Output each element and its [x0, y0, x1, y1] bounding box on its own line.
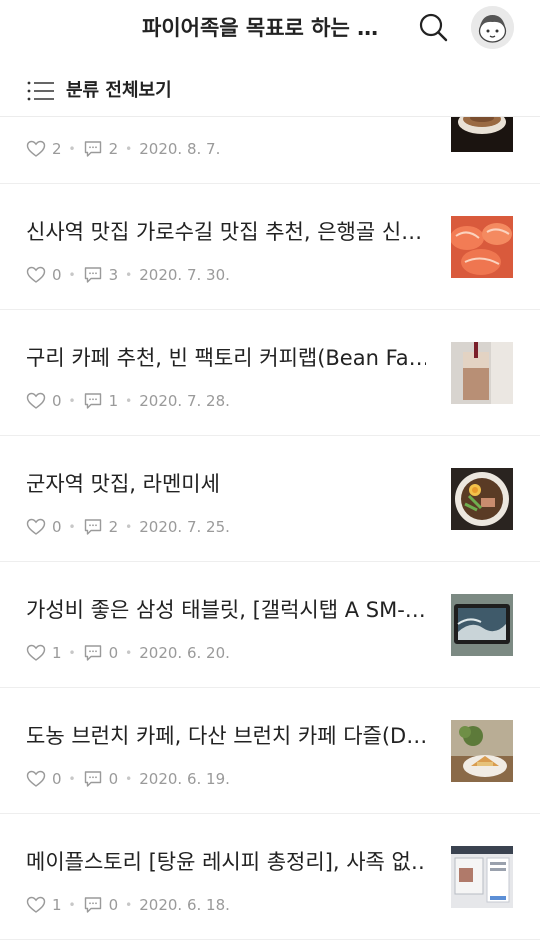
comment-count: 0: [108, 644, 119, 662]
comment-icon: [83, 643, 103, 663]
post-item[interactable]: 메이플스토리 [탕윤 레시피 총정리], 사족 없… 1 • 0 • 2020.…: [0, 814, 540, 940]
comment-count: 2: [108, 140, 119, 158]
comment-icon: [83, 517, 103, 537]
like-count: 0: [52, 518, 62, 536]
meta-separator: •: [68, 646, 76, 660]
heart-icon: [26, 139, 46, 159]
meta-separator: •: [68, 898, 76, 912]
post-meta: 0 • 0 • 2020. 6. 19.: [26, 769, 230, 789]
post-title[interactable]: 도농 브런치 카페, 다산 브런치 카페 다즐(D…: [26, 721, 426, 751]
post-item[interactable]: 군자역 맛집, 라멘미세 0 • 2 • 2020. 7. 25.: [0, 436, 540, 562]
meta-separator: •: [125, 646, 133, 660]
meta-separator: •: [68, 772, 76, 786]
category-menu-button[interactable]: 분류 전체보기: [0, 68, 540, 117]
post-item[interactable]: 가성비 좋은 삼성 태블릿, [갤럭시탭 A SM-… 1 • 0 • 2020…: [0, 562, 540, 688]
comment-icon: [83, 391, 103, 411]
post-item[interactable]: 신사역 맛집 가로수길 맛집 추천, 은행골 신… 0 • 3 • 2020. …: [0, 184, 540, 310]
like-count: 0: [52, 266, 62, 284]
comment-icon: [83, 769, 103, 789]
comment-count: 2: [108, 518, 119, 536]
comment-icon: [83, 139, 103, 159]
post-title[interactable]: 구리 카페 추천, 빈 팩토리 커피랩(Bean Fa…: [26, 343, 426, 373]
comment-count: 3: [108, 266, 119, 284]
meta-separator: •: [125, 142, 133, 156]
post-meta: 0 • 3 • 2020. 7. 30.: [26, 265, 230, 285]
comment-icon: [83, 265, 103, 285]
comment-count: 0: [108, 896, 119, 914]
meta-separator: •: [68, 394, 76, 408]
post-thumbnail: [451, 720, 513, 782]
blog-title[interactable]: 파이어족을 목표로 하는 …: [142, 14, 404, 42]
meta-separator: •: [125, 772, 133, 786]
post-thumbnail: [451, 594, 513, 656]
post-date: 2020. 6. 20.: [139, 644, 230, 662]
post-date: 2020. 8. 7.: [139, 140, 221, 158]
post-date: 2020. 7. 28.: [139, 392, 230, 410]
post-meta: 1 • 0 • 2020. 6. 20.: [26, 643, 230, 663]
comment-icon: [83, 895, 103, 915]
meta-separator: •: [125, 898, 133, 912]
post-meta: 0 • 1 • 2020. 7. 28.: [26, 391, 230, 411]
heart-icon: [26, 895, 46, 915]
post-item[interactable]: 구리 카페 추천, 빈 팩토리 커피랩(Bean Fa… 0 • 1 • 202…: [0, 310, 540, 436]
like-count: 0: [52, 392, 62, 410]
meta-separator: •: [125, 268, 133, 282]
heart-icon: [26, 391, 46, 411]
post-date: 2020. 6. 19.: [139, 770, 230, 788]
heart-icon: [26, 265, 46, 285]
post-thumbnail: [451, 216, 513, 278]
profile-avatar[interactable]: [471, 6, 514, 49]
post-date: 2020. 7. 25.: [139, 518, 230, 536]
search-button[interactable]: [416, 10, 450, 44]
post-item[interactable]: 도농 브런치 카페, 다산 브런치 카페 다즐(D… 0 • 0 • 2020.…: [0, 688, 540, 814]
app-header: 파이어족을 목표로 하는 …: [0, 0, 540, 56]
heart-icon: [26, 769, 46, 789]
meta-separator: •: [125, 520, 133, 534]
post-title[interactable]: 메이플스토리 [탕윤 레시피 총정리], 사족 없…: [26, 847, 426, 877]
post-thumbnail: [451, 846, 513, 908]
heart-icon: [26, 517, 46, 537]
post-meta: 1 • 0 • 2020. 6. 18.: [26, 895, 230, 915]
meta-separator: •: [125, 394, 133, 408]
comment-count: 0: [108, 770, 119, 788]
like-count: 1: [52, 896, 62, 914]
post-meta: 0 • 2 • 2020. 7. 25.: [26, 517, 230, 537]
category-label: 분류 전체보기: [66, 80, 172, 101]
post-meta: 2 • 2 • 2020. 8. 7.: [26, 139, 220, 159]
like-count: 1: [52, 644, 62, 662]
comment-count: 1: [108, 392, 119, 410]
post-date: 2020. 7. 30.: [139, 266, 230, 284]
post-date: 2020. 6. 18.: [139, 896, 230, 914]
post-thumbnail: [451, 468, 513, 530]
post-title[interactable]: 군자역 맛집, 라멘미세: [26, 469, 426, 499]
like-count: 0: [52, 770, 62, 788]
meta-separator: •: [68, 142, 76, 156]
post-thumbnail: [451, 342, 513, 404]
post-title[interactable]: 신사역 맛집 가로수길 맛집 추천, 은행골 신…: [26, 217, 426, 247]
meta-separator: •: [68, 520, 76, 534]
search-icon: [419, 13, 448, 42]
like-count: 2: [52, 140, 62, 158]
post-title[interactable]: 가성비 좋은 삼성 태블릿, [갤럭시탭 A SM-…: [26, 595, 426, 625]
list-icon: [27, 81, 54, 101]
meta-separator: •: [68, 268, 76, 282]
heart-icon: [26, 643, 46, 663]
